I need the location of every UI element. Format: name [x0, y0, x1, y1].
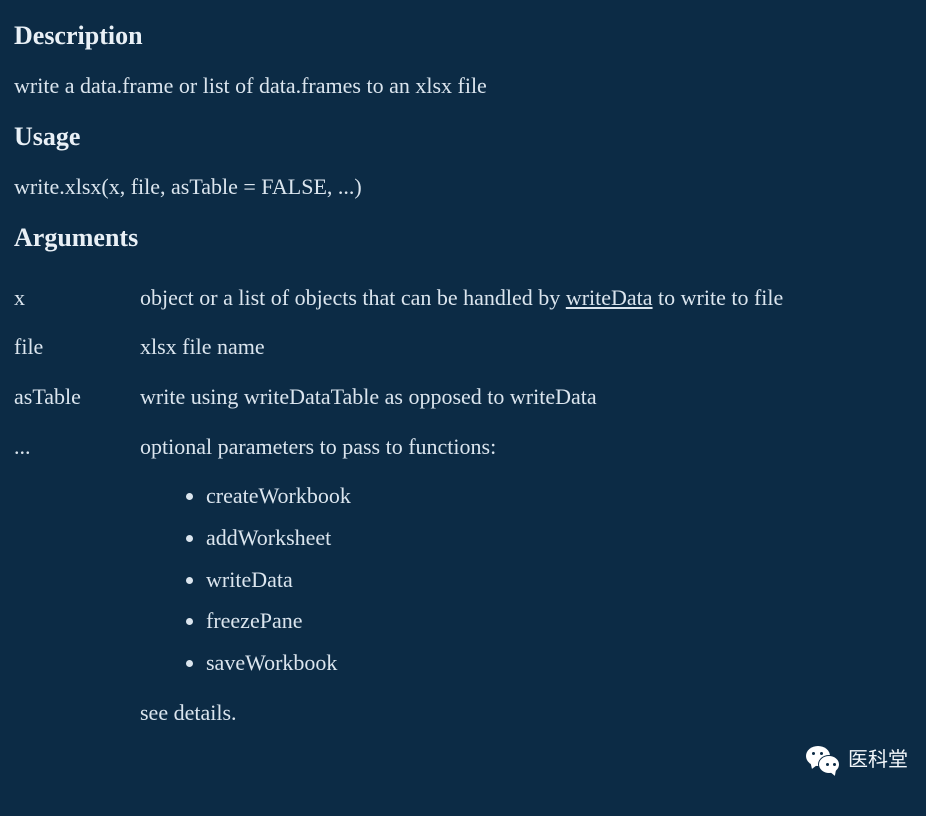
arg-dots-desc-pre: optional parameters to pass to functions… — [140, 432, 906, 462]
list-item: createWorkbook — [206, 475, 906, 517]
wechat-icon — [806, 746, 840, 774]
description-text: write a data.frame or list of data.frame… — [14, 71, 912, 101]
watermark: 医科堂 — [806, 746, 908, 774]
arg-desc: xlsx file name — [140, 322, 912, 372]
arg-desc: write using writeDataTable as opposed to… — [140, 372, 912, 422]
doc-page: Description write a data.frame or list o… — [0, 0, 926, 758]
arg-name: asTable — [14, 372, 140, 422]
arg-row-x: x object or a list of objects that can b… — [14, 273, 912, 323]
arguments-table: x object or a list of objects that can b… — [14, 273, 912, 738]
description-heading: Description — [14, 18, 912, 53]
arg-row-dots: ... optional parameters to pass to funct… — [14, 422, 912, 738]
list-item: saveWorkbook — [206, 642, 906, 684]
arg-desc: object or a list of objects that can be … — [140, 273, 912, 323]
watermark-label: 医科堂 — [848, 747, 908, 774]
list-item: writeData — [206, 559, 906, 601]
arg-row-asTable: asTable write using writeDataTable as op… — [14, 372, 912, 422]
writeData-link[interactable]: writeData — [566, 285, 653, 310]
arg-row-file: file xlsx file name — [14, 322, 912, 372]
arg-desc-post: to write to file — [653, 285, 784, 310]
list-item: addWorksheet — [206, 517, 906, 559]
usage-heading: Usage — [14, 119, 912, 154]
list-item: freezePane — [206, 600, 906, 642]
arg-name: x — [14, 273, 140, 323]
functions-list: createWorkbook addWorksheet writeData fr… — [186, 475, 906, 683]
arg-dots-desc-post: see details. — [140, 698, 906, 728]
arg-desc: optional parameters to pass to functions… — [140, 422, 912, 738]
arguments-heading: Arguments — [14, 220, 912, 255]
arg-desc-pre: object or a list of objects that can be … — [140, 285, 566, 310]
arg-name: file — [14, 322, 140, 372]
usage-text: write.xlsx(x, file, asTable = FALSE, ...… — [14, 172, 912, 202]
arg-name: ... — [14, 422, 140, 738]
